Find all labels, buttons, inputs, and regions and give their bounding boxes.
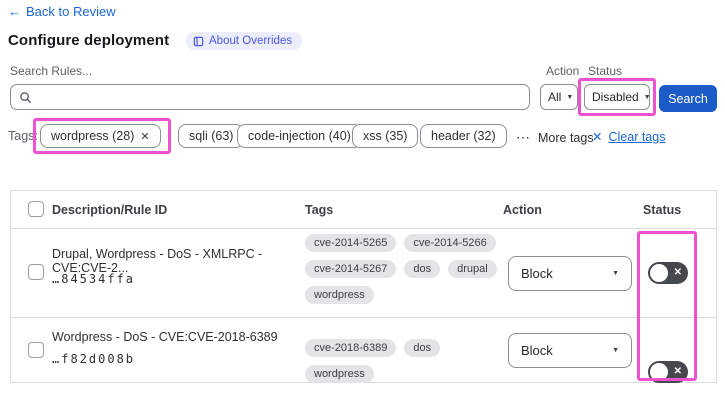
about-overrides-badge[interactable]: About Overrides — [186, 32, 303, 50]
chevron-down-icon: ▼ — [566, 93, 574, 101]
status-filter-dropdown[interactable]: Disabled ▼ — [584, 84, 651, 110]
table-header-divider — [10, 228, 717, 229]
tag-pill-sqli[interactable]: sqli (63) — [178, 124, 245, 148]
selected-tag-wordpress[interactable]: wordpress (28) ✕ — [40, 124, 161, 148]
book-icon — [193, 36, 204, 46]
tag-pill-label: code-injection (40) — [248, 129, 351, 143]
tag-chip: wordpress — [305, 286, 374, 304]
toggle-off-icon: ✕ — [673, 366, 682, 377]
clear-tags-label: Clear tags — [608, 129, 666, 144]
tag-pill-label: sqli (63) — [189, 129, 234, 143]
more-tags-button[interactable]: ⋯ More tags — [516, 129, 594, 146]
status-toggle-off[interactable]: ✕ — [648, 361, 688, 383]
tag-chip: cve-2014-5266 — [404, 234, 496, 252]
tag-pill-label: xss (35) — [363, 129, 408, 143]
status-label: Status — [588, 64, 623, 78]
rule-description: Wordpress - DoS - CVE:CVE-2018-6389 — [52, 330, 278, 344]
tag-chip: cve-2018-6389 — [305, 339, 397, 357]
tag-pill-header[interactable]: header (32) — [420, 124, 507, 148]
action-select[interactable]: Block ▼ — [508, 333, 632, 368]
tag-pill-code-injection[interactable]: code-injection (40) — [237, 124, 362, 148]
action-select-value: Block — [521, 343, 553, 358]
select-all-checkbox[interactable] — [28, 201, 44, 217]
tag-pill-label: header (32) — [431, 129, 496, 143]
clear-icon: ✕ — [592, 130, 603, 144]
action-label: Action — [546, 64, 580, 78]
status-toggle-off[interactable]: ✕ — [648, 262, 688, 284]
rule-tags: cve-2018-6389 dos wordpress — [305, 339, 505, 383]
column-header-tags: Tags — [305, 203, 334, 217]
ellipsis-icon: ⋯ — [516, 129, 531, 145]
tag-chip: cve-2014-5267 — [305, 260, 397, 278]
action-filter-value: All — [548, 90, 562, 104]
row-checkbox[interactable] — [28, 264, 44, 280]
back-link-label: Back to Review — [26, 4, 116, 19]
table-row-divider — [10, 317, 717, 318]
about-overrides-label: About Overrides — [209, 35, 293, 47]
row-checkbox[interactable] — [28, 342, 44, 358]
chevron-down-icon: ▼ — [612, 270, 619, 277]
more-tags-label: More tags — [538, 130, 594, 145]
column-header-action: Action — [503, 203, 542, 217]
selected-tag-label: wordpress (28) — [51, 129, 135, 143]
tag-chip: dos — [404, 260, 441, 278]
chevron-down-icon: ▼ — [643, 93, 651, 101]
page-title: Configure deployment — [8, 32, 170, 49]
search-rules-input[interactable] — [38, 90, 521, 104]
chevron-down-icon: ▼ — [612, 347, 619, 354]
configure-deployment-page: ← Back to Review Configure deployment Ab… — [0, 0, 725, 406]
back-arrow-icon: ← — [8, 4, 21, 19]
toggle-off-icon: ✕ — [673, 267, 682, 278]
remove-tag-icon[interactable]: ✕ — [140, 130, 149, 143]
clear-tags-link[interactable]: ✕ Clear tags — [592, 129, 666, 145]
search-rules-label: Search Rules... — [10, 64, 93, 78]
toggle-knob — [650, 264, 668, 282]
tags-bar-label: Tags: — [8, 129, 38, 143]
rule-description: Drupal, Wordpress - DoS - XMLRPC - CVE:C… — [52, 247, 263, 275]
column-header-status: Status — [643, 203, 682, 217]
action-select-value: Block — [521, 266, 553, 281]
tag-chip: wordpress — [305, 365, 374, 383]
tag-chip: cve-2014-5265 — [305, 234, 397, 252]
tag-chip: drupal — [448, 260, 497, 278]
column-header-description: Description/Rule ID — [52, 203, 168, 217]
status-filter-value: Disabled — [592, 90, 639, 104]
tag-pill-xss[interactable]: xss (35) — [352, 124, 419, 148]
action-filter-dropdown[interactable]: All ▼ — [540, 84, 578, 110]
search-button[interactable]: Search — [659, 85, 717, 112]
toggle-knob — [650, 363, 668, 381]
action-select[interactable]: Block ▼ — [508, 256, 632, 291]
rule-id: …84534ffa — [52, 272, 136, 286]
search-rules-input-wrapper — [10, 84, 530, 110]
search-icon — [20, 91, 32, 103]
rule-tags: cve-2014-5265 cve-2014-5266 cve-2014-526… — [305, 234, 505, 304]
tag-chip: dos — [404, 339, 441, 357]
rule-id: …f82d008b — [52, 352, 136, 366]
back-to-review-link[interactable]: ← Back to Review — [8, 4, 116, 19]
